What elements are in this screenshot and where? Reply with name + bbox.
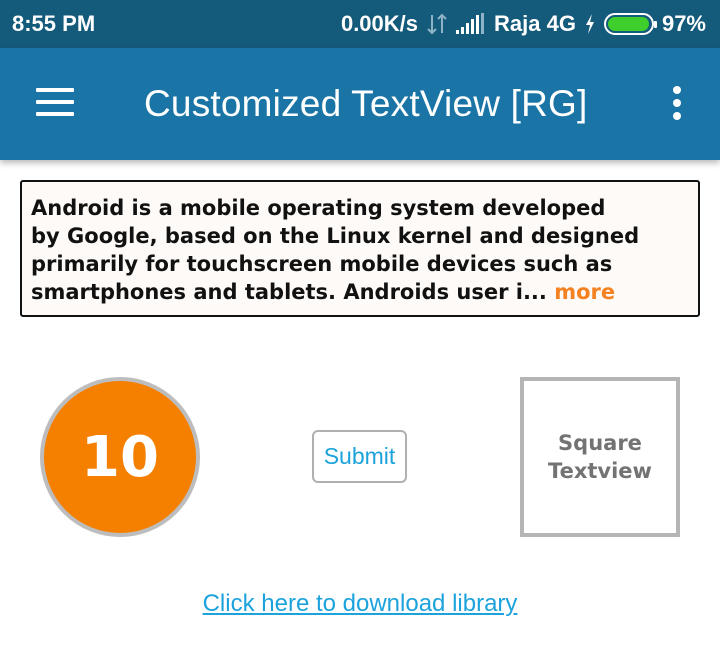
truncated-text: smartphones and tablets. Androids user i… [31,280,547,304]
circle-value: 10 [81,424,159,490]
more-link[interactable]: more [554,280,615,304]
square-label-line1: Square [558,431,642,455]
square-text-view: Square Textview [520,377,680,537]
charging-icon [584,13,596,35]
text-line: Android is a mobile operating system dev… [31,196,606,220]
battery-percent: 97% [661,11,706,36]
carrier-name: Raja 4G [494,11,576,36]
signal-icon [456,13,486,35]
status-bar: 8:55 PM 0.00K/s Raja 4G 97% [0,0,720,48]
text-line-last: smartphones and tablets. Androids user i… [31,278,688,306]
status-right-group: 0.00K/s Raja 4G 97% [341,11,706,37]
text-line: primarily for touchscreen mobile devices… [31,252,613,276]
download-library-link[interactable]: Click here to download library [0,590,720,618]
battery-fill [607,17,649,31]
network-speed: 0.00K/s [340,11,419,36]
submit-button[interactable]: Submit [312,430,407,483]
square-label-line2: Textview [548,459,652,483]
expandable-text-view: Android is a mobile operating system dev… [20,180,700,317]
status-time: 8:55 PM [12,11,96,36]
battery-icon [603,13,657,35]
circular-text-view: 10 [40,377,200,537]
text-line: by Google, based on the Linux kernel and… [31,224,640,248]
hamburger-menu-icon[interactable] [36,88,76,118]
app-title: Customized TextView [RG] [144,83,588,124]
app-bar: Customized TextView [RG] [0,48,720,160]
more-vertical-icon[interactable] [672,86,682,122]
data-transfer-icon [426,12,448,36]
